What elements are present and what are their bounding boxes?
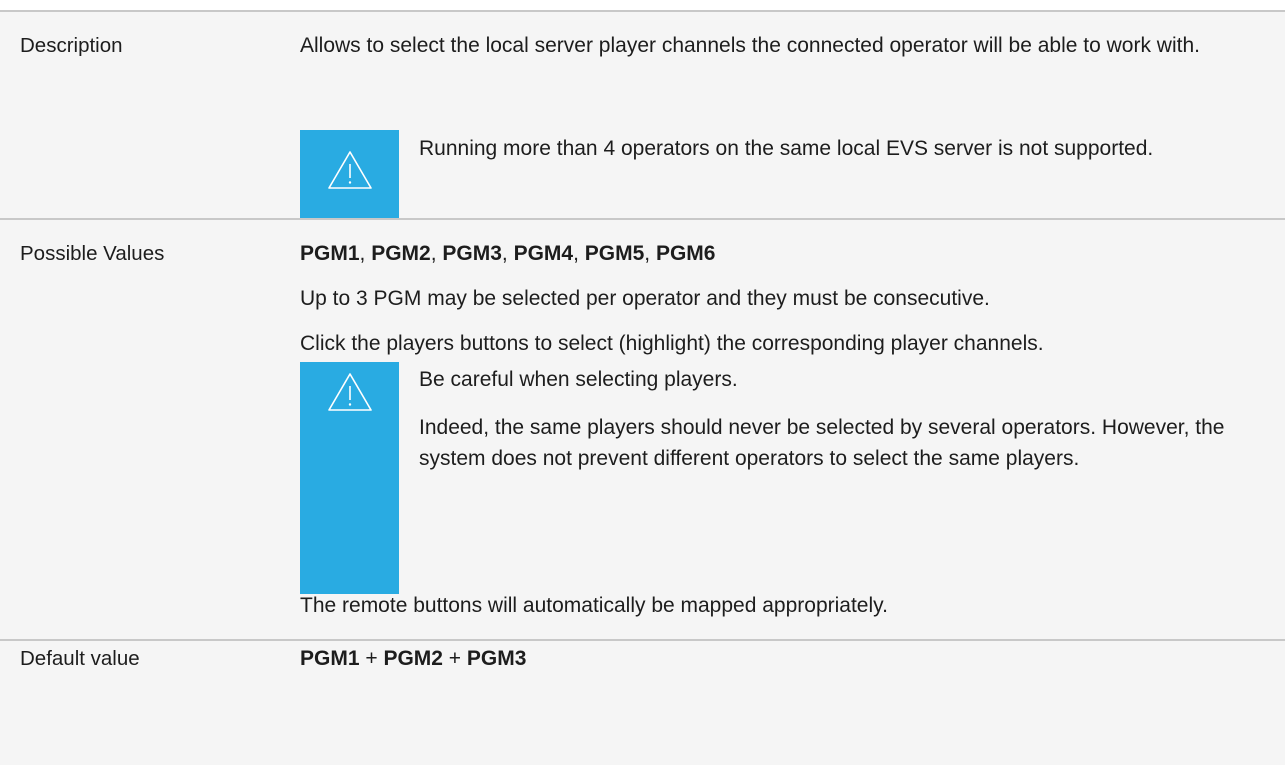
default-pgm3: PGM3: [466, 647, 527, 670]
value-pgm6: PGM6: [655, 242, 716, 265]
description-label: Description: [20, 34, 123, 57]
default-separator: +: [442, 647, 467, 670]
default-value-row: Default value PGM1 + PGM2 + PGM3: [0, 639, 1285, 765]
value-pgm3: PGM3: [442, 242, 502, 265]
default-value-label: Default value: [20, 647, 140, 670]
warning-icon: [328, 151, 372, 189]
value-pgm5: PGM5: [584, 242, 645, 265]
value-separator: ,: [573, 242, 585, 265]
default-value-list: PGM1 + PGM2 + PGM3: [300, 643, 1275, 674]
value-pgm1: PGM1: [300, 242, 360, 265]
default-pgm1: PGM1: [300, 647, 360, 670]
possible-values-row: Possible Values PGM1, PGM2, PGM3, PGM4, …: [0, 218, 1285, 639]
description-note-text: Running more than 4 operators on the sam…: [419, 137, 1154, 160]
value-separator: ,: [501, 242, 514, 265]
players-note-text: Indeed, the same players should never be…: [419, 416, 1225, 470]
players-note-body: Be careful when selecting players. Indee…: [419, 362, 1254, 474]
warning-icon: [328, 373, 372, 411]
warning-icon-box: [300, 130, 399, 220]
remote-buttons-paragraph: The remote buttons will automatically be…: [300, 594, 888, 617]
description-text: Allows to select the local server player…: [300, 30, 1275, 61]
value-separator: ,: [430, 242, 443, 265]
players-note-heading: Be careful when selecting players.: [419, 368, 738, 391]
possible-values-list: PGM1, PGM2, PGM3, PGM4, PGM5, PGM6: [300, 238, 1275, 269]
default-pgm2: PGM2: [383, 647, 443, 670]
players-warning-note: Be careful when selecting players. Indee…: [300, 362, 1254, 594]
description-warning-note: Running more than 4 operators on the sam…: [300, 130, 1269, 220]
warning-icon-box: [300, 362, 399, 594]
value-pgm4: PGM4: [513, 242, 574, 265]
possible-values-label: Possible Values: [20, 242, 165, 265]
default-separator: +: [359, 647, 384, 670]
remote-buttons-content: The remote buttons will automatically be…: [300, 590, 1275, 621]
value-separator: ,: [644, 242, 656, 265]
value-separator: ,: [359, 242, 372, 265]
description-row: Description Allows to select the local s…: [0, 10, 1285, 220]
possible-values-content: PGM1, PGM2, PGM3, PGM4, PGM5, PGM6 Up to…: [300, 238, 1275, 359]
select-players-paragraph: Click the players buttons to select (hig…: [300, 332, 1044, 355]
description-paragraph: Allows to select the local server player…: [300, 34, 1200, 57]
default-value-content: PGM1 + PGM2 + PGM3: [300, 643, 1275, 674]
value-pgm2: PGM2: [371, 242, 431, 265]
consecutive-rule-paragraph: Up to 3 PGM may be selected per operator…: [300, 287, 990, 310]
